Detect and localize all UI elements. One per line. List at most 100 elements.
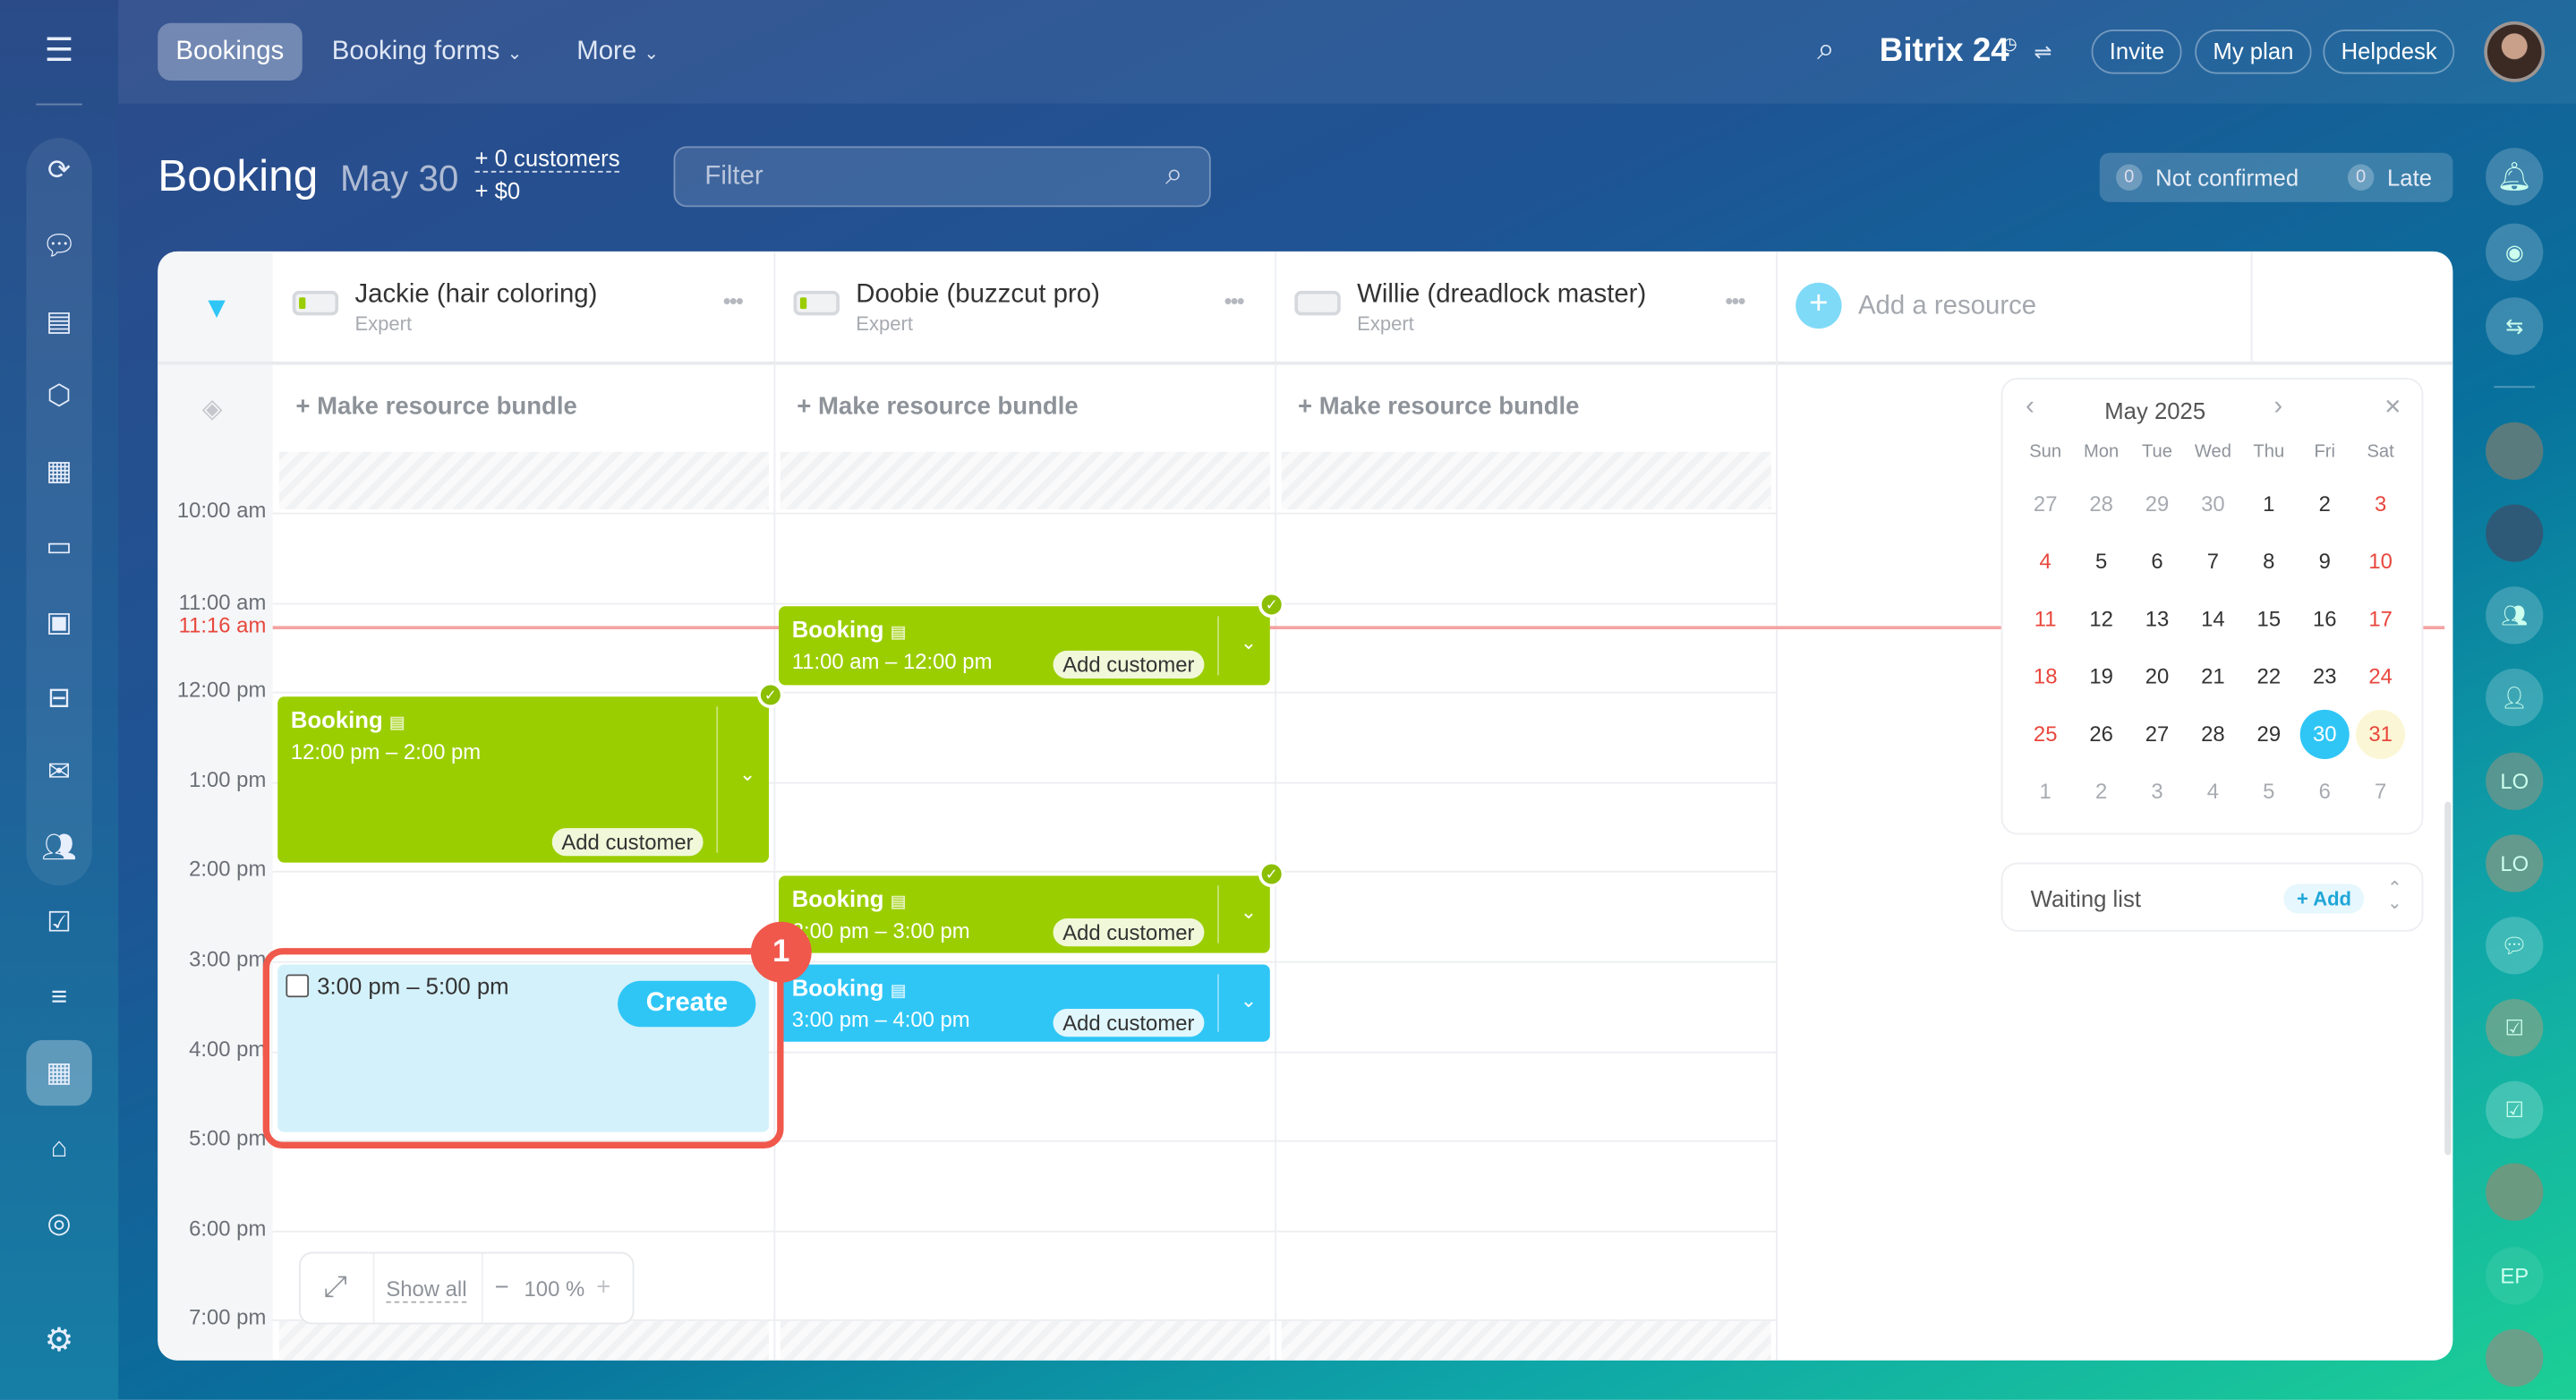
booking-card[interactable]: Booking▤ 12:00 pm – 2:00 pm Add customer…: [277, 696, 769, 862]
waiting-list[interactable]: Waiting list + Add ⌃⌄: [2001, 863, 2424, 932]
collapse-icon[interactable]: ✕: [2384, 395, 2401, 421]
calendar-day[interactable]: 14: [2188, 594, 2238, 644]
customers-count[interactable]: + 0 customers: [474, 145, 619, 173]
hexagon-icon[interactable]: ⬡: [39, 376, 79, 415]
calendar-day[interactable]: 6: [2132, 537, 2181, 586]
contact-initials[interactable]: LO: [2486, 753, 2543, 810]
filter-funnel-icon[interactable]: ▼: [202, 291, 232, 326]
calendar-day[interactable]: 20: [2132, 653, 2181, 702]
calendar-day[interactable]: 21: [2188, 653, 2238, 702]
mail-icon[interactable]: ✉: [39, 753, 79, 792]
calendar-day[interactable]: 3: [2132, 767, 2181, 816]
calendar-day[interactable]: 2: [2300, 480, 2350, 529]
calendar-day[interactable]: 6: [2300, 767, 2350, 816]
add-customer-button[interactable]: Add customer: [1053, 918, 1204, 946]
calendar-day[interactable]: 27: [2132, 710, 2181, 759]
calendar-day[interactable]: 9: [2300, 537, 2350, 586]
calendar-day[interactable]: 30: [2188, 480, 2238, 529]
calendar-day[interactable]: 31: [2356, 710, 2405, 759]
contact-avatar[interactable]: [2486, 504, 2543, 561]
layers-icon[interactable]: ◈: [202, 393, 223, 426]
make-bundle-link[interactable]: + Make resource bundle: [797, 393, 1078, 421]
calendar-day[interactable]: 30: [2300, 710, 2350, 759]
filter-input[interactable]: Filter ⌕: [674, 146, 1211, 207]
helpdesk-button[interactable]: Helpdesk: [2323, 30, 2455, 74]
calendar-day[interactable]: 22: [2244, 653, 2293, 702]
calendar-day[interactable]: 2: [2077, 767, 2126, 816]
calendar-day[interactable]: 29: [2132, 480, 2181, 529]
chevron-down-icon[interactable]: ⌄: [1241, 901, 1257, 924]
show-all-link[interactable]: Show all: [386, 1276, 466, 1302]
calendar-day[interactable]: 23: [2300, 653, 2350, 702]
calendar-day[interactable]: 5: [2077, 537, 2126, 586]
users-icon[interactable]: 👤︎: [2486, 669, 2543, 726]
calendar-day[interactable]: 13: [2132, 594, 2181, 644]
more-options-icon[interactable]: •••: [723, 287, 743, 313]
tab-bookings[interactable]: Bookings: [158, 23, 302, 81]
add-resource-button[interactable]: + Add a resource: [1796, 283, 2190, 332]
booking-icon[interactable]: ▦: [39, 1054, 79, 1093]
contact-avatar[interactable]: [2486, 1164, 2543, 1221]
settings-gear-icon[interactable]: ⚙: [39, 1321, 79, 1361]
calendar-day[interactable]: 18: [2021, 653, 2070, 702]
new-booking-slot[interactable]: 3:00 pm – 5:00 pm Create: [277, 964, 769, 1131]
calendar-day[interactable]: 15: [2244, 594, 2293, 644]
calendar-day[interactable]: 24: [2356, 653, 2405, 702]
document-icon[interactable]: ▭: [39, 527, 79, 567]
calendar-day[interactable]: 26: [2077, 710, 2126, 759]
waiting-list-add-button[interactable]: + Add: [2283, 884, 2364, 913]
calendar-day[interactable]: 12: [2077, 594, 2126, 644]
calendar-day[interactable]: 8: [2244, 537, 2293, 586]
search-icon[interactable]: ⌕: [1165, 158, 1183, 193]
add-customer-button[interactable]: Add customer: [1053, 651, 1204, 679]
calendar-day[interactable]: 29: [2244, 710, 2293, 759]
next-month-button[interactable]: ›: [2273, 393, 2282, 423]
booking-card[interactable]: Booking▤ 2:00 pm – 3:00 pm Add customer …: [779, 875, 1270, 952]
calendar-day[interactable]: 3: [2356, 480, 2405, 529]
calendar-day[interactable]: 16: [2300, 594, 2350, 644]
board-icon[interactable]: ▣: [39, 603, 79, 643]
calendar-day[interactable]: 7: [2356, 767, 2405, 816]
more-options-icon[interactable]: •••: [1224, 287, 1243, 313]
calendar-day[interactable]: 17: [2356, 594, 2405, 644]
store-icon[interactable]: ⌂: [39, 1129, 79, 1168]
messages-icon[interactable]: 💬︎: [2486, 917, 2543, 974]
contact-initials[interactable]: EP: [2486, 1247, 2543, 1304]
contact-avatar[interactable]: [2486, 423, 2543, 480]
funnel-icon[interactable]: ≡: [39, 977, 79, 1017]
calendar-day[interactable]: 5: [2244, 767, 2293, 816]
late-filter[interactable]: Late: [2387, 165, 2432, 191]
zoom-in-button[interactable]: +: [596, 1274, 610, 1302]
drive-icon[interactable]: ⊟: [39, 679, 79, 718]
make-bundle-link[interactable]: + Make resource bundle: [295, 393, 576, 421]
revenue-total[interactable]: + $0: [474, 177, 520, 203]
chevron-down-icon[interactable]: ⌄: [1241, 631, 1257, 654]
calendar-day[interactable]: 11: [2021, 594, 2070, 644]
expand-toggle-icon[interactable]: ⌃⌄: [2387, 883, 2402, 912]
calendar-day[interactable]: 25: [2021, 710, 2070, 759]
resource-header[interactable]: Jackie (hair coloring) Expert •••: [293, 281, 753, 346]
slot-checkbox[interactable]: [286, 974, 309, 997]
search-icon[interactable]: ⌕: [1817, 33, 1835, 69]
calendar-day[interactable]: 4: [2021, 537, 2070, 586]
calendar-day[interactable]: 19: [2077, 653, 2126, 702]
add-customer-button[interactable]: Add customer: [1053, 1009, 1204, 1037]
calendar-day[interactable]: 28: [2188, 710, 2238, 759]
support-chat-icon[interactable]: ⇆: [2486, 297, 2543, 354]
bell-icon[interactable]: 🔔︎: [2486, 148, 2543, 205]
calendar-day[interactable]: 28: [2077, 480, 2126, 529]
create-button[interactable]: Create: [618, 981, 755, 1027]
task-icon[interactable]: ☑: [2486, 999, 2543, 1056]
resource-header[interactable]: Willie (dreadlock master) Expert •••: [1294, 281, 1754, 346]
chat-icon[interactable]: 💬︎: [39, 226, 79, 266]
calendar-day[interactable]: 10: [2356, 537, 2405, 586]
tab-more[interactable]: More ⌄: [559, 23, 677, 81]
menu-icon[interactable]: ☰: [39, 31, 79, 71]
booking-card[interactable]: Booking▤ 11:00 am – 12:00 pm Add custome…: [779, 606, 1270, 685]
calendar-day[interactable]: 27: [2021, 480, 2070, 529]
prev-month-button[interactable]: ‹: [2026, 393, 2034, 423]
zoom-out-button[interactable]: −: [494, 1274, 508, 1302]
sliders-icon[interactable]: ⇌: [2034, 39, 2051, 65]
calendar-day[interactable]: 7: [2188, 537, 2238, 586]
resource-header[interactable]: Doobie (buzzcut pro) Expert •••: [794, 281, 1254, 346]
